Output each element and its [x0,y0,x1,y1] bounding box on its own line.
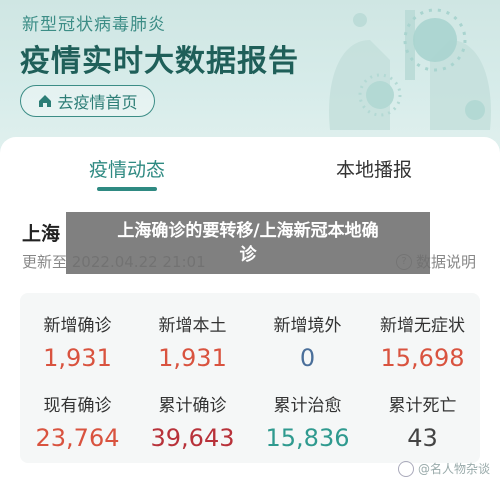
stats-card: 疫情动态 本地播报 上海 更新至 2022.04.22 21:01 ? 数据说明… [0,137,500,487]
stat-value: 39,643 [150,424,235,452]
stat-value: 1,931 [43,344,112,372]
home-icon [39,95,52,107]
stat-label: 累计治愈 [273,396,342,416]
stat-value: 43 [407,424,438,452]
stat-value: 23,764 [35,424,120,452]
report-header: 新型冠状病毒肺炎 疫情实时大数据报告 去疫情首页 [0,0,500,150]
stat-value: 15,836 [265,424,350,452]
sub-title: 新型冠状病毒肺炎 [22,15,166,35]
headline-line-2: 诊 [239,245,257,265]
stat-current-confirmed: 现有确诊 23,764 [20,391,135,452]
stat-label: 累计死亡 [388,396,457,416]
go-home-button[interactable]: 去疫情首页 [20,85,155,117]
tab-epidemic-updates[interactable]: 疫情动态 [57,155,197,182]
stat-label: 新增本土 [158,316,227,336]
stat-label: 新增确诊 [43,316,112,336]
stat-value: 1,931 [158,344,227,372]
stat-label: 新增无症状 [380,316,465,336]
go-home-label: 去疫情首页 [57,93,138,112]
stat-value: 15,698 [380,344,465,372]
stat-total-deaths: 累计死亡 43 [365,391,480,452]
tab-local-report[interactable]: 本地播报 [304,155,444,182]
stat-total-recovered: 累计治愈 15,836 [250,391,365,452]
watermark: @名人物杂谈 [398,460,490,477]
tab-bar: 疫情动态 本地播报 [0,137,500,193]
active-tab-indicator [97,187,157,191]
stat-new-confirmed: 新增确诊 1,931 [20,311,135,372]
page-title: 疫情实时大数据报告 [20,44,299,79]
stats-grid: 新增确诊 1,931 新增本土 1,931 新增境外 0 新增无症状 15,69… [20,293,480,463]
stat-label: 累计确诊 [158,396,227,416]
stat-total-confirmed: 累计确诊 39,643 [135,391,250,452]
region-name: 上海 [22,223,61,245]
stat-new-imported: 新增境外 0 [250,311,365,372]
watermark-text: @名人物杂谈 [418,462,491,476]
headline-line-1: 上海确诊的要转移/上海新冠本地确 [117,221,379,241]
stat-value: 0 [299,344,316,372]
watermark-logo-icon [398,460,414,477]
stat-new-local: 新增本土 1,931 [135,311,250,372]
stat-label: 新增境外 [273,316,342,336]
headline-overlay: 上海确诊的要转移/上海新冠本地确 诊 [66,212,430,274]
stat-label: 现有确诊 [43,396,112,416]
stat-new-asymptomatic: 新增无症状 15,698 [365,311,480,372]
